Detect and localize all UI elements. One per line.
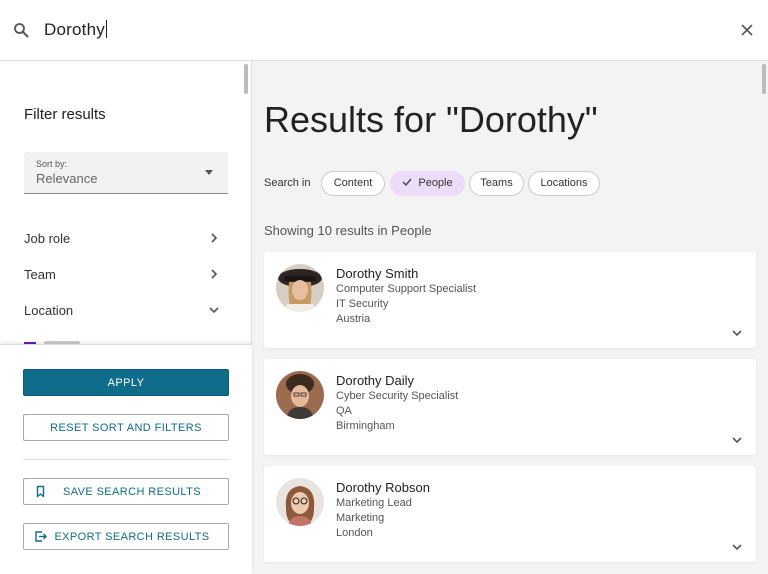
search-bar: Dorothy (0, 0, 768, 61)
person-role: Computer Support Specialist (336, 283, 477, 295)
close-icon[interactable] (740, 23, 754, 37)
chip-people-label: People (418, 177, 453, 189)
sort-label: Sort by: (36, 159, 68, 169)
reset-sort-filters-button[interactable]: RESET SORT AND FILTERS (23, 414, 229, 441)
save-search-results-label: SAVE SEARCH RESULTS (62, 486, 201, 498)
chip-content[interactable]: Content (321, 171, 385, 196)
chevron-down-icon (209, 307, 219, 314)
person-team: QA (336, 405, 352, 417)
avatar (276, 264, 324, 312)
filter-label: Location (24, 303, 74, 318)
save-search-results-button[interactable]: SAVE SEARCH RESULTS (23, 478, 229, 505)
sort-select[interactable]: Sort by: Relevance (24, 152, 228, 194)
avatar (276, 371, 324, 419)
search-in-label: Search in (264, 177, 311, 189)
filter-job-role[interactable]: Job role (24, 227, 224, 251)
filter-label: Team (24, 267, 56, 282)
dropdown-arrow-icon (205, 170, 213, 175)
results-count: Showing 10 results in People (264, 223, 432, 238)
chip-teams[interactable]: Teams (469, 171, 524, 196)
person-team: Marketing (336, 512, 385, 524)
chevron-down-icon[interactable] (731, 542, 743, 552)
export-search-results-button[interactable]: EXPORT SEARCH RESULTS (23, 523, 229, 550)
person-name[interactable]: Dorothy Robson (336, 480, 430, 495)
avatar (276, 478, 324, 526)
chevron-right-icon (211, 269, 218, 279)
person-team: IT Security (336, 298, 389, 310)
export-search-results-label: EXPORT SEARCH RESULTS (54, 531, 210, 543)
filter-actions: APPLY RESET SORT AND FILTERS SAVE SEARCH… (0, 344, 252, 574)
person-location: Birmingham (336, 420, 395, 432)
chip-people[interactable]: People (390, 171, 465, 196)
search-icon[interactable] (13, 22, 29, 38)
filter-title: Filter results (24, 106, 106, 123)
text-cursor (105, 20, 107, 38)
results-panel: Results for "Dorothy" Search in Content … (253, 61, 768, 574)
filter-location[interactable]: Location (24, 299, 224, 323)
person-card[interactable]: Dorothy Smith Computer Support Specialis… (264, 252, 756, 348)
person-role: Marketing Lead (336, 497, 412, 509)
person-card[interactable]: Dorothy Daily Cyber Security Specialist … (264, 359, 756, 455)
chevron-down-icon[interactable] (731, 328, 743, 338)
filter-team[interactable]: Team (24, 263, 224, 287)
chevron-right-icon (211, 233, 218, 243)
divider (23, 459, 229, 460)
apply-button[interactable]: APPLY (23, 369, 229, 396)
results-scrollbar[interactable] (762, 64, 766, 94)
check-icon (402, 178, 412, 187)
person-card[interactable]: Dorothy Robson Marketing Lead Marketing … (264, 466, 756, 562)
page-title: Results for "Dorothy" (264, 99, 598, 140)
chip-locations[interactable]: Locations (528, 171, 600, 196)
filter-scroll-area: Filter results Sort by: Relevance Job ro… (0, 61, 252, 344)
filter-label: Job role (24, 231, 71, 246)
chevron-down-icon[interactable] (731, 435, 743, 445)
bookmark-icon (36, 485, 45, 498)
search-input[interactable]: Dorothy (44, 20, 107, 40)
export-icon (35, 531, 47, 542)
search-query-text: Dorothy (44, 20, 105, 39)
person-name[interactable]: Dorothy Daily (336, 373, 414, 388)
person-role: Cyber Security Specialist (336, 390, 459, 402)
sidebar-scrollbar[interactable] (244, 64, 248, 94)
person-location: Austria (336, 313, 371, 325)
person-name[interactable]: Dorothy Smith (336, 266, 418, 281)
person-location: London (336, 527, 373, 539)
filter-sidebar: Filter results Sort by: Relevance Job ro… (0, 61, 252, 574)
sort-value: Relevance (36, 171, 98, 186)
